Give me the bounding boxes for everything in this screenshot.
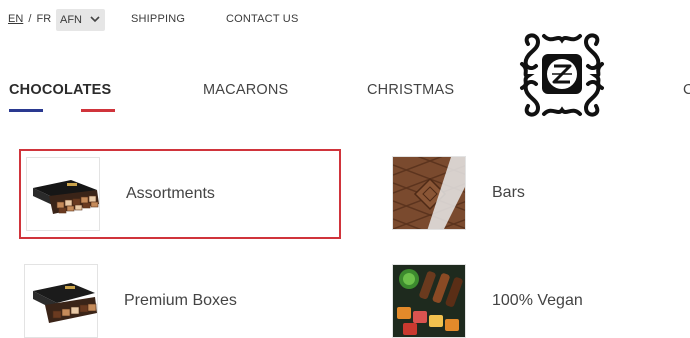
contact-us-link[interactable]: CONTACT US [226, 13, 299, 25]
assortment-box-image [26, 157, 100, 231]
category-card-premium-boxes[interactable]: Premium Boxes [24, 264, 237, 338]
vegan-chocolates-image [392, 264, 466, 338]
language-switcher: EN / FR [8, 13, 51, 25]
nav-item-truncated[interactable]: C [683, 82, 690, 98]
active-underline-red [81, 109, 115, 112]
shipping-link[interactable]: SHIPPING [131, 13, 185, 25]
chocolate-bar-image [392, 156, 466, 230]
currency-value: AFN [60, 14, 82, 26]
chevron-down-icon [90, 16, 100, 23]
category-label: Assortments [126, 185, 215, 202]
category-card-vegan[interactable]: 100% Vegan [392, 264, 583, 338]
category-card-bars[interactable]: Bars [392, 156, 525, 230]
nav-christmas[interactable]: CHRISTMAS [367, 82, 454, 98]
nav-macarons[interactable]: MACARONS [203, 82, 288, 98]
nav-chocolates[interactable]: CHOCOLATES [9, 82, 111, 98]
category-label: Bars [492, 184, 525, 201]
currency-select[interactable]: AFN [56, 9, 105, 31]
language-fr-link[interactable]: FR [36, 13, 51, 25]
active-underline-blue [9, 109, 43, 112]
category-label: Premium Boxes [124, 292, 237, 309]
brand-logo-icon[interactable] [518, 30, 606, 120]
language-en-link[interactable]: EN [8, 13, 23, 25]
language-separator: / [28, 13, 32, 25]
premium-box-image [24, 264, 98, 338]
category-label: 100% Vegan [492, 292, 583, 309]
category-card-assortments[interactable]: Assortments [19, 149, 341, 239]
